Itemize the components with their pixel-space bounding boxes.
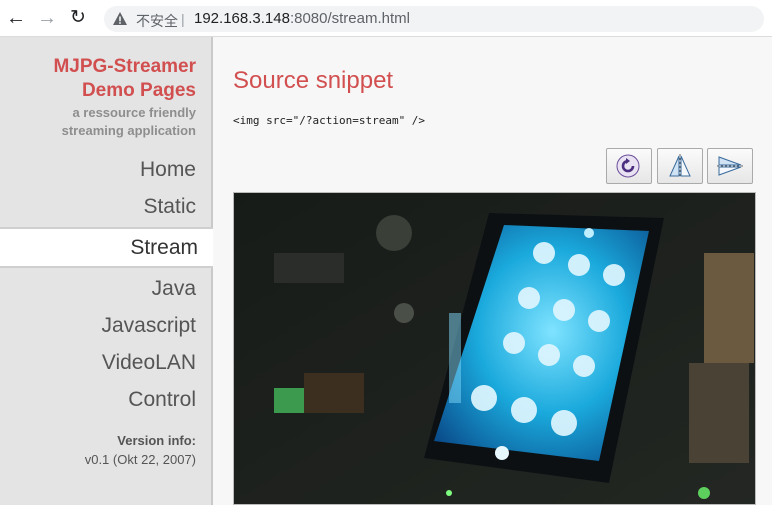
address-bar[interactable]: 不安全 | 192.168.3.148:8080/stream.html xyxy=(104,6,764,32)
sidebar-item-javascript[interactable]: Javascript xyxy=(0,307,211,344)
video-stream xyxy=(233,192,756,505)
main-content: Source snippet <img src="/?action=stream… xyxy=(213,37,772,505)
brand-title-line1: MJPG-Streamer xyxy=(53,56,196,77)
url-path: :8080/stream.html xyxy=(289,10,410,27)
version-label: Version info: xyxy=(117,433,196,448)
tagline-line2: streaming application xyxy=(61,123,196,138)
version-info: Version info: v0.1 (Okt 22, 2007) xyxy=(85,433,196,467)
warning-icon[interactable] xyxy=(112,11,128,27)
back-arrow-icon[interactable]: ← xyxy=(6,8,26,28)
sidebar-item-videolan[interactable]: VideoLAN xyxy=(0,344,211,381)
flip-vertical-button[interactable] xyxy=(657,148,703,184)
url-separator: | xyxy=(181,11,185,27)
rotate-icon xyxy=(616,154,640,178)
sidebar-item-java[interactable]: Java xyxy=(0,270,211,307)
url-text[interactable]: 192.168.3.148:8080/stream.html xyxy=(194,10,410,27)
source-snippet: <img src="/?action=stream" /> xyxy=(233,114,426,127)
brand-block: MJPG-Streamer Demo Pages a ressource fri… xyxy=(53,55,196,139)
flip-horizontal-button[interactable] xyxy=(707,148,753,184)
sidebar-item-stream[interactable]: Stream xyxy=(0,227,213,268)
sidebar-item-home[interactable]: Home xyxy=(0,151,211,188)
flip-horizontal-icon xyxy=(717,156,743,176)
url-host: 192.168.3.148 xyxy=(194,10,290,27)
browser-toolbar: ← → ↻ 不安全 | 192.168.3.148:8080/stream.ht… xyxy=(0,0,772,37)
brand-title-line2: Demo Pages xyxy=(81,80,196,101)
version-value: v0.1 (Okt 22, 2007) xyxy=(84,452,196,467)
reload-icon[interactable]: ↻ xyxy=(68,8,88,28)
security-label[interactable]: 不安全 xyxy=(136,11,178,31)
forward-arrow-icon[interactable]: → xyxy=(37,8,57,28)
sidebar-item-static[interactable]: Static xyxy=(0,188,211,225)
sidebar-item-control[interactable]: Control xyxy=(0,381,211,418)
flip-vertical-icon xyxy=(669,154,691,178)
rotate-button[interactable] xyxy=(606,148,652,184)
camera-stream-image xyxy=(234,193,755,504)
sidebar: MJPG-Streamer Demo Pages a ressource fri… xyxy=(0,37,213,505)
page-title: Source snippet xyxy=(233,67,394,94)
tagline-line1: a ressource friendly xyxy=(72,105,196,120)
sidebar-menu: Home Static Stream Java Javascript Video… xyxy=(0,151,213,418)
